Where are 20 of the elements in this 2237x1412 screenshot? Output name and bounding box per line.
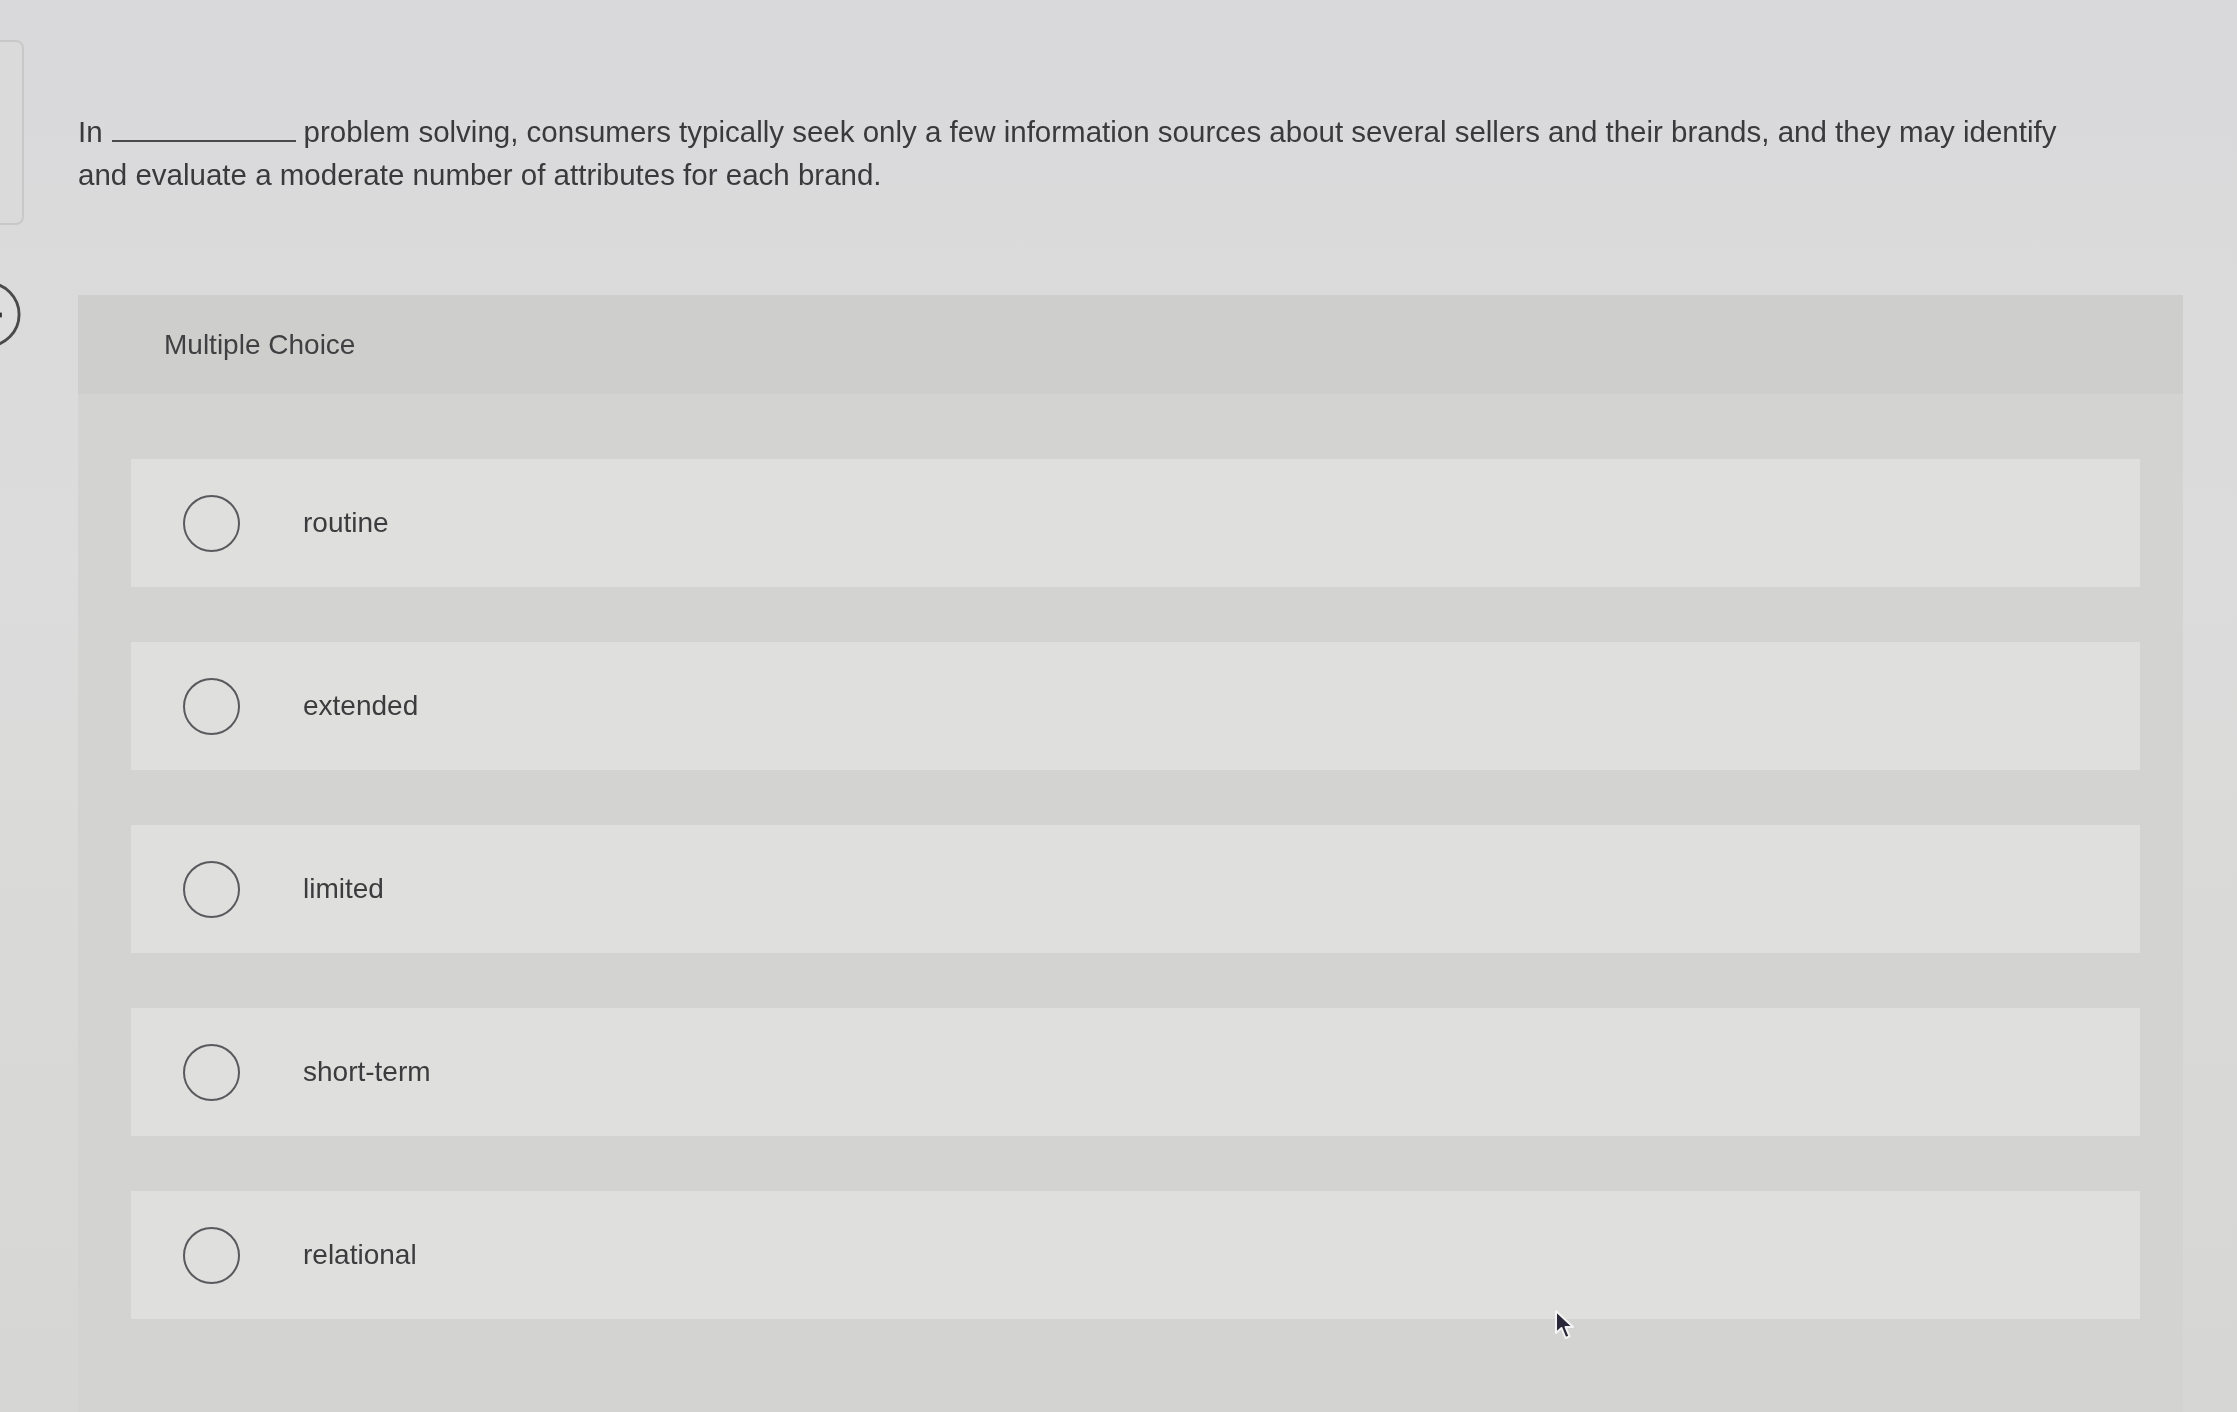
- answer-option[interactable]: limited: [131, 825, 2140, 953]
- answer-option[interactable]: short-term: [131, 1008, 2140, 1136]
- radio-button[interactable]: [183, 1043, 240, 1101]
- answer-option[interactable]: relational: [131, 1191, 2140, 1319]
- question-word: In: [78, 114, 103, 150]
- option-label: short-term: [303, 1056, 431, 1088]
- option-label: relational: [303, 1239, 417, 1271]
- radio-button[interactable]: [183, 677, 240, 735]
- radio-button[interactable]: [183, 1226, 240, 1284]
- mouse-pointer-icon: [1554, 1309, 1576, 1341]
- question-text: and evaluate a moderate number of attributes for each brand.: [78, 157, 882, 193]
- answer-option[interactable]: routine: [131, 459, 2140, 587]
- option-label: limited: [303, 873, 384, 905]
- option-label: routine: [303, 507, 389, 539]
- radio-button[interactable]: [183, 494, 240, 552]
- answer-option[interactable]: extended: [131, 642, 2140, 770]
- question-text: problem solving, consumers typically seek only a few information sources about several sellers and their brands, and they may identify: [303, 114, 2057, 150]
- option-label: extended: [303, 690, 419, 722]
- radio-button[interactable]: [183, 860, 240, 918]
- answer-type-label: Multiple Choice: [164, 328, 356, 361]
